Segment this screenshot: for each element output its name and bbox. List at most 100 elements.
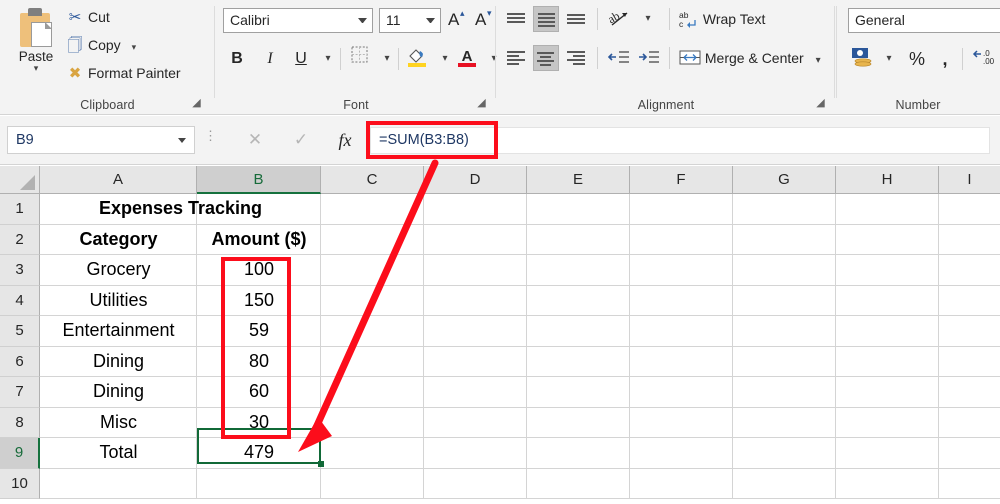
merge-chevron-down-icon[interactable]: ▾ xyxy=(816,55,821,66)
row-header-8[interactable]: 8 xyxy=(0,407,40,438)
cell-H10[interactable] xyxy=(836,468,939,499)
cell-I4[interactable] xyxy=(939,286,1000,316)
fill-handle[interactable] xyxy=(318,461,324,467)
row-header-3[interactable]: 3 xyxy=(0,255,40,286)
cell-value-B4[interactable]: 150 xyxy=(197,286,321,317)
cell-value-A8[interactable]: Misc xyxy=(40,408,197,439)
row-header-9[interactable]: 9 xyxy=(0,438,40,469)
name-box-chevron-down-icon[interactable] xyxy=(178,138,186,143)
cell-D8[interactable] xyxy=(424,407,527,438)
cell-value-A6[interactable]: Dining xyxy=(40,347,197,378)
top-align-button[interactable] xyxy=(503,6,529,32)
cell-H2[interactable] xyxy=(836,224,939,255)
column-header-d[interactable]: D xyxy=(424,166,527,194)
cell-H1[interactable] xyxy=(836,194,939,225)
cell-G4[interactable] xyxy=(733,285,836,316)
cell-C1[interactable] xyxy=(321,194,424,225)
column-header-f[interactable]: F xyxy=(630,166,733,194)
insert-function-icon[interactable]: fx xyxy=(332,128,358,152)
cell-H7[interactable] xyxy=(836,377,939,408)
cell-G9[interactable] xyxy=(733,438,836,469)
cell-F3[interactable] xyxy=(630,255,733,286)
row-header-5[interactable]: 5 xyxy=(0,316,40,347)
row-header-4[interactable]: 4 xyxy=(0,285,40,316)
cell-D10[interactable] xyxy=(424,468,527,499)
row-header-6[interactable]: 6 xyxy=(0,346,40,377)
column-header-b[interactable]: B xyxy=(197,166,321,194)
align-right-button[interactable] xyxy=(563,45,589,71)
column-header-a[interactable]: A xyxy=(40,166,197,194)
column-header-h[interactable]: H xyxy=(836,166,939,194)
cell-value-B2[interactable]: Amount ($) xyxy=(197,225,321,256)
cell-E4[interactable] xyxy=(527,285,630,316)
cell-C4[interactable] xyxy=(321,285,424,316)
confirm-icon[interactable]: ✓ xyxy=(288,128,314,152)
bottom-align-button[interactable] xyxy=(563,6,589,32)
italic-button[interactable]: I xyxy=(257,46,283,72)
accounting-format-button[interactable] xyxy=(848,46,876,72)
cell-G7[interactable] xyxy=(733,377,836,408)
cell-C10[interactable] xyxy=(321,468,424,499)
cell-E6[interactable] xyxy=(527,346,630,377)
cell-C3[interactable] xyxy=(321,255,424,286)
cell-C9[interactable] xyxy=(321,438,424,469)
align-center-button[interactable] xyxy=(533,45,559,71)
cell-D9[interactable] xyxy=(424,438,527,469)
cell-H3[interactable] xyxy=(836,255,939,286)
font-dialog-launcher[interactable]: ◢ xyxy=(475,97,488,110)
paste-chevron-down-icon[interactable]: ▾ xyxy=(8,64,64,73)
font-size-chevron-down-icon[interactable] xyxy=(426,18,435,24)
clipboard-dialog-launcher[interactable]: ◢ xyxy=(190,97,203,110)
cell-D4[interactable] xyxy=(424,285,527,316)
cell-value-B5[interactable]: 59 xyxy=(197,316,321,347)
paste-button[interactable]: Paste ▾ xyxy=(8,4,64,84)
cut-button[interactable]: ✂ Cut xyxy=(62,4,110,30)
cell-value-B6[interactable]: 80 xyxy=(197,347,321,378)
cell-E9[interactable] xyxy=(527,438,630,469)
cell-I6[interactable] xyxy=(939,347,1000,377)
cell-value-A2[interactable]: Category xyxy=(40,225,197,256)
cell-C2[interactable] xyxy=(321,224,424,255)
fill-color-button[interactable] xyxy=(404,46,430,72)
cell-C5[interactable] xyxy=(321,316,424,347)
row-header-2[interactable]: 2 xyxy=(0,224,40,255)
cell-B10[interactable] xyxy=(197,468,321,499)
cell-F8[interactable] xyxy=(630,407,733,438)
cell-G6[interactable] xyxy=(733,346,836,377)
cell-A10[interactable] xyxy=(40,468,197,499)
number-format-input[interactable]: General xyxy=(848,8,1000,33)
cell-D6[interactable] xyxy=(424,346,527,377)
cell-E1[interactable] xyxy=(527,194,630,225)
copy-chevron-down-icon[interactable]: ▾ xyxy=(132,42,137,52)
column-header-g[interactable]: G xyxy=(733,166,836,194)
accounting-chevron-down-icon[interactable]: ▾ xyxy=(880,46,898,72)
cell-value-A1[interactable]: Expenses Tracking xyxy=(40,194,321,225)
alignment-dialog-launcher[interactable]: ◢ xyxy=(814,97,827,110)
formula-bar-grip[interactable]: ⋮ xyxy=(204,129,217,142)
select-all-corner[interactable] xyxy=(0,166,40,194)
cell-C6[interactable] xyxy=(321,346,424,377)
cell-F10[interactable] xyxy=(630,468,733,499)
cell-F5[interactable] xyxy=(630,316,733,347)
increase-font-size-button[interactable]: A ▴ xyxy=(448,8,465,30)
percent-style-button[interactable]: % xyxy=(904,46,930,72)
bold-button[interactable]: B xyxy=(224,46,250,72)
cell-D2[interactable] xyxy=(424,224,527,255)
cell-E8[interactable] xyxy=(527,407,630,438)
format-painter-button[interactable]: ✖ Format Painter xyxy=(62,60,181,86)
cell-I8[interactable] xyxy=(939,408,1000,438)
cell-H8[interactable] xyxy=(836,407,939,438)
cell-E7[interactable] xyxy=(527,377,630,408)
cell-I1[interactable] xyxy=(939,194,1000,225)
cell-value-A7[interactable]: Dining xyxy=(40,377,197,408)
font-color-button[interactable]: A xyxy=(454,46,480,72)
cell-G3[interactable] xyxy=(733,255,836,286)
copy-button[interactable]: 🗍 Copy ▾ xyxy=(62,32,137,58)
orientation-button[interactable]: ab xyxy=(605,6,633,32)
cell-I9[interactable] xyxy=(939,438,1000,469)
decrease-decimal-button[interactable]: .0 .00 xyxy=(970,46,1000,72)
row-header-10[interactable]: 10 xyxy=(0,468,40,499)
cell-value-B3[interactable]: 100 xyxy=(197,255,321,286)
row-header-7[interactable]: 7 xyxy=(0,377,40,408)
comma-style-button[interactable]: , xyxy=(934,46,956,72)
